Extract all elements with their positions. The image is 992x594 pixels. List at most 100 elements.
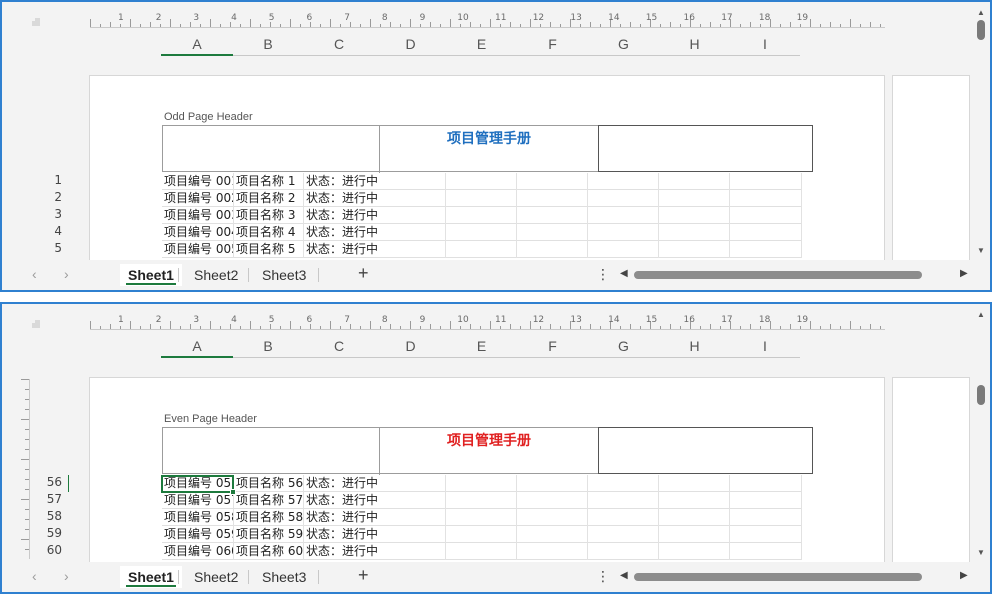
column-header-c[interactable]: C <box>303 32 375 56</box>
cell-c2[interactable]: 项目名称 1 <box>234 173 304 190</box>
tab-sheet1[interactable]: Sheet1 <box>120 264 182 286</box>
cell-c2[interactable]: 项目名称 60 <box>234 543 304 560</box>
column-header-c[interactable]: C <box>303 334 375 358</box>
empty-cell[interactable] <box>659 224 730 241</box>
row-header[interactable]: 60 <box>32 543 62 557</box>
cell-c3[interactable]: 状态：进行中 <box>304 475 446 492</box>
add-sheet-icon[interactable]: + <box>358 263 369 284</box>
empty-cell[interactable] <box>588 173 659 190</box>
row-header[interactable]: 4 <box>32 224 62 238</box>
empty-cell[interactable] <box>659 241 730 258</box>
cell-c3[interactable]: 状态：进行中 <box>304 173 446 190</box>
horizontal-scroll-thumb[interactable] <box>634 271 922 279</box>
cell-c1[interactable]: 项目编号 003 <box>162 207 234 224</box>
empty-cell[interactable] <box>588 190 659 207</box>
empty-cell[interactable] <box>517 492 588 509</box>
column-header-d[interactable]: D <box>375 334 446 358</box>
column-header-b[interactable]: B <box>233 32 303 56</box>
empty-cell[interactable] <box>730 190 802 207</box>
column-header-g[interactable]: G <box>588 32 659 56</box>
tab-sheet3[interactable]: Sheet3 <box>254 264 314 286</box>
column-header-b[interactable]: B <box>233 334 303 358</box>
empty-cell[interactable] <box>446 543 517 560</box>
next-sheet-icon[interactable]: › <box>64 568 69 584</box>
empty-cell[interactable] <box>517 543 588 560</box>
select-all-corner[interactable] <box>32 18 40 26</box>
row-header[interactable]: 3 <box>32 207 62 221</box>
tab-sheet1[interactable]: Sheet1 <box>120 566 182 588</box>
empty-cell[interactable] <box>659 207 730 224</box>
cell-c1[interactable]: 项目编号 059 <box>162 526 234 543</box>
empty-cell[interactable] <box>446 526 517 543</box>
more-options-icon[interactable]: ⋮ <box>596 568 610 585</box>
column-header-h[interactable]: H <box>659 334 730 358</box>
page-header-box[interactable]: 项目管理手册 <box>162 427 813 475</box>
empty-cell[interactable] <box>517 207 588 224</box>
cell-c1[interactable]: 项目编号 002 <box>162 190 234 207</box>
scroll-up-icon[interactable]: ▲ <box>977 310 985 319</box>
cell-c1[interactable]: 项目编号 005 <box>162 241 234 258</box>
cell-c3[interactable]: 状态：进行中 <box>304 241 446 258</box>
scroll-down-icon[interactable]: ▼ <box>977 548 985 557</box>
cell-c3[interactable]: 状态：进行中 <box>304 543 446 560</box>
column-header-h[interactable]: H <box>659 32 730 56</box>
cell-c2[interactable]: 项目名称 56 <box>234 475 304 492</box>
empty-cell[interactable] <box>659 190 730 207</box>
cell-c2[interactable]: 项目名称 3 <box>234 207 304 224</box>
page-header-box[interactable]: 项目管理手册 <box>162 125 813 173</box>
scroll-left-icon[interactable]: ◀ <box>620 268 628 279</box>
empty-cell[interactable] <box>659 475 730 492</box>
empty-cell[interactable] <box>730 509 802 526</box>
empty-cell[interactable] <box>446 241 517 258</box>
row-header[interactable]: 1 <box>32 173 62 187</box>
cell-c1[interactable]: 项目编号 058 <box>162 509 234 526</box>
cell-c1[interactable]: 项目编号 001 <box>162 173 234 190</box>
cell-c1[interactable]: 项目编号 057 <box>162 492 234 509</box>
cell-c3[interactable]: 状态：进行中 <box>304 207 446 224</box>
empty-cell[interactable] <box>730 543 802 560</box>
prev-sheet-icon[interactable]: ‹ <box>32 568 37 584</box>
empty-cell[interactable] <box>517 509 588 526</box>
column-header-i[interactable]: I <box>730 334 800 358</box>
empty-cell[interactable] <box>588 207 659 224</box>
header-center-title[interactable]: 项目管理手册 <box>379 128 599 148</box>
empty-cell[interactable] <box>446 173 517 190</box>
cell-c2[interactable]: 项目名称 57 <box>234 492 304 509</box>
empty-cell[interactable] <box>659 173 730 190</box>
column-header-a[interactable]: A <box>161 32 233 56</box>
prev-sheet-icon[interactable]: ‹ <box>32 266 37 282</box>
cell-c3[interactable]: 状态：进行中 <box>304 224 446 241</box>
column-header-e[interactable]: E <box>446 32 517 56</box>
empty-cell[interactable] <box>517 224 588 241</box>
tab-sheet2[interactable]: Sheet2 <box>186 566 246 588</box>
row-header[interactable]: 58 <box>32 509 62 523</box>
empty-cell[interactable] <box>659 492 730 509</box>
fill-handle[interactable] <box>230 489 236 495</box>
more-options-icon[interactable]: ⋮ <box>596 266 610 283</box>
empty-cell[interactable] <box>446 475 517 492</box>
cell-c3[interactable]: 状态：进行中 <box>304 509 446 526</box>
empty-cell[interactable] <box>588 241 659 258</box>
empty-cell[interactable] <box>588 492 659 509</box>
empty-cell[interactable] <box>588 509 659 526</box>
column-header-f[interactable]: F <box>517 32 588 56</box>
header-right-section[interactable] <box>598 427 813 474</box>
active-cell-selection[interactable] <box>161 475 236 495</box>
add-sheet-icon[interactable]: + <box>358 565 369 586</box>
vertical-scroll-thumb[interactable] <box>977 20 985 40</box>
cell-c1[interactable]: 项目编号 004 <box>162 224 234 241</box>
empty-cell[interactable] <box>446 492 517 509</box>
empty-cell[interactable] <box>517 241 588 258</box>
vertical-scroll-thumb[interactable] <box>977 385 985 405</box>
cell-c2[interactable]: 项目名称 58 <box>234 509 304 526</box>
column-header-f[interactable]: F <box>517 334 588 358</box>
empty-cell[interactable] <box>659 543 730 560</box>
row-header[interactable]: 56 <box>32 475 62 489</box>
empty-cell[interactable] <box>730 492 802 509</box>
scroll-up-icon[interactable]: ▲ <box>977 8 985 17</box>
empty-cell[interactable] <box>446 224 517 241</box>
column-header-a[interactable]: A <box>161 334 233 358</box>
tab-sheet3[interactable]: Sheet3 <box>254 566 314 588</box>
empty-cell[interactable] <box>730 224 802 241</box>
scroll-down-icon[interactable]: ▼ <box>977 246 985 255</box>
